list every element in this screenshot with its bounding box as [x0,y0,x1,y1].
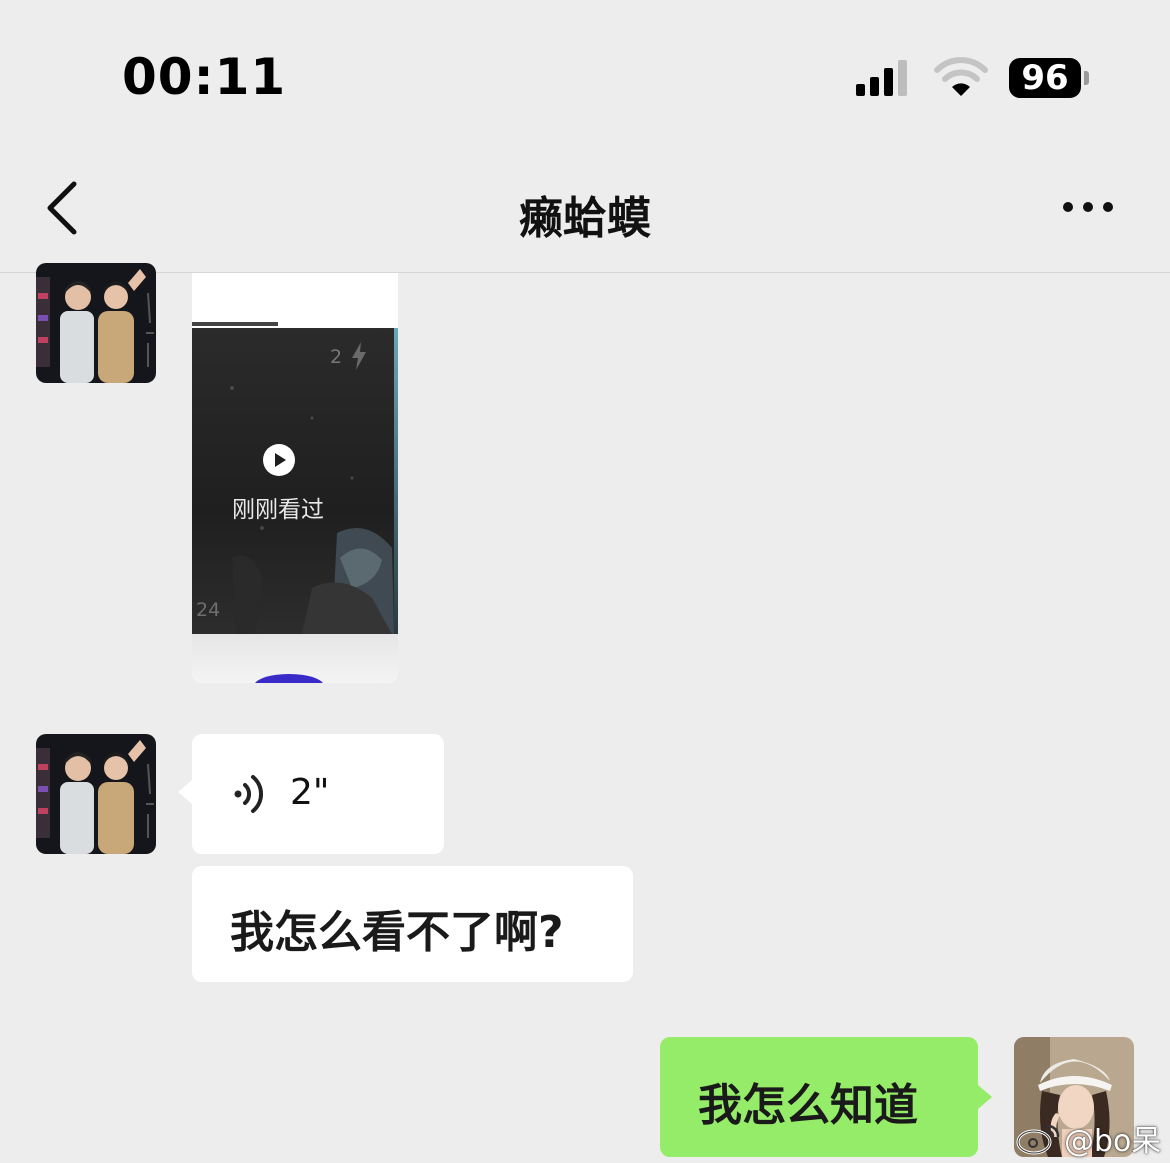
status-time: 00:11 [122,48,287,106]
watermark-handle: @bo呆 [1064,1124,1162,1159]
contact-avatar[interactable] [36,263,156,383]
voice-duration: 2" [290,772,330,813]
weibo-watermark: @bo呆 [1016,1116,1161,1160]
battery-level: 96 [1009,58,1081,98]
next-video-preview [192,634,398,683]
preview-shape [254,674,324,683]
cellular-signal-icon [856,60,907,96]
contact-avatar[interactable] [36,734,156,854]
shared-video-card[interactable]: 2 刚刚看过 24 [192,273,398,683]
wifi-icon [934,57,988,96]
next-video-edge [394,328,398,634]
incoming-message-text: 我怎么看不了啊? [230,907,564,958]
video-thumbnail: 2 刚刚看过 24 [192,328,394,634]
play-icon[interactable] [262,443,296,477]
bubble-tail [978,1085,992,1109]
outgoing-text-bubble[interactable]: 我怎么知道 [660,1037,992,1157]
video-like-count: 24 [196,599,221,621]
status-bar: 00:11 96 [0,0,1170,140]
video-progress-bar [192,322,278,326]
lightning-icon [352,342,366,370]
battery-cap [1084,71,1089,85]
more-options-icon[interactable] [1060,195,1116,219]
outgoing-message-text: 我怎么知道 [698,1080,918,1131]
chat-header: 癞蛤蟆 [0,140,1170,273]
bubble-tail [178,780,192,804]
voice-wave-icon [234,775,264,813]
chat-title[interactable]: 癞蛤蟆 [0,182,1170,246]
incoming-text-bubble[interactable]: 我怎么看不了啊? [192,866,633,982]
weibo-logo-icon [1016,1124,1060,1155]
recently-viewed-label: 刚刚看过 [232,497,324,523]
battery-icon: 96 [1009,58,1089,98]
video-frame-count: 2 [330,346,343,368]
voice-message-bubble[interactable]: 2" [178,734,444,854]
